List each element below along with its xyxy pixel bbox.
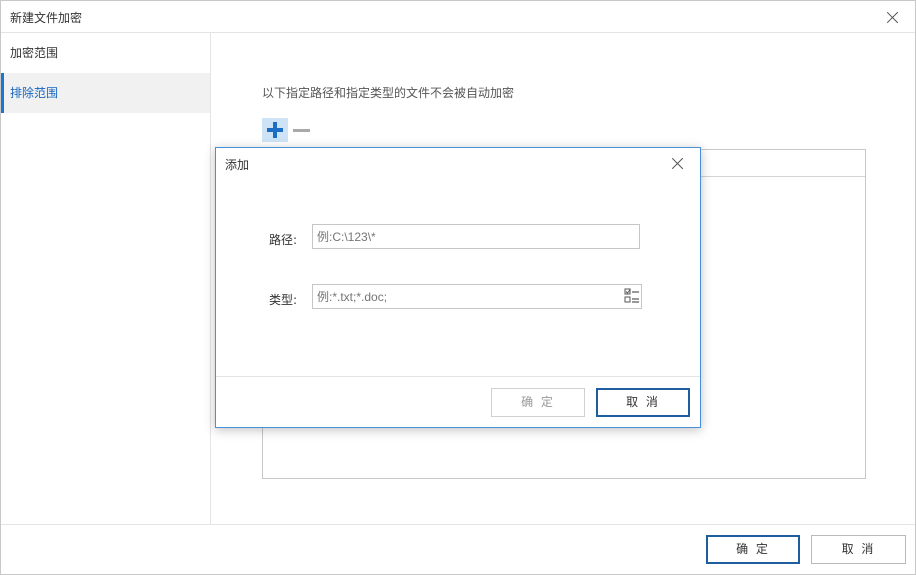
type-input[interactable] (312, 284, 642, 309)
dialog-ok-button[interactable]: 确 定 (491, 388, 585, 417)
cancel-button[interactable]: 取 消 (811, 535, 906, 564)
path-input[interactable] (312, 224, 640, 249)
type-field-wrap (312, 284, 642, 309)
sidebar-item-label: 排除范围 (10, 86, 59, 100)
dialog-title: 添加 (225, 158, 250, 172)
path-label: 路径: (269, 233, 298, 247)
sidebar: 加密范围 排除范围 (1, 33, 211, 524)
sidebar-item-exclude-scope[interactable]: 排除范围 (1, 73, 210, 113)
dialog-close-icon[interactable] (670, 156, 686, 172)
dialog-cancel-button[interactable]: 取 消 (596, 388, 690, 417)
type-label: 类型: (269, 293, 298, 307)
remove-icon[interactable] (292, 118, 312, 142)
footer: 确 定 取 消 (1, 524, 915, 575)
add-dialog: 添加 路径: 类型: 确 定 取 消 (215, 147, 701, 428)
sidebar-item-label: 加密范围 (10, 46, 59, 60)
exclude-hint-text: 以下指定路径和指定类型的文件不会被自动加密 (262, 86, 515, 100)
sidebar-item-encrypt-scope[interactable]: 加密范围 (1, 33, 210, 73)
dialog-divider (216, 376, 700, 377)
window-title: 新建文件加密 (10, 11, 83, 25)
close-icon[interactable] (885, 10, 901, 26)
ok-button[interactable]: 确 定 (706, 535, 800, 564)
title-bar: 新建文件加密 (1, 1, 915, 33)
add-icon[interactable] (262, 118, 288, 142)
checklist-icon[interactable] (624, 288, 640, 304)
